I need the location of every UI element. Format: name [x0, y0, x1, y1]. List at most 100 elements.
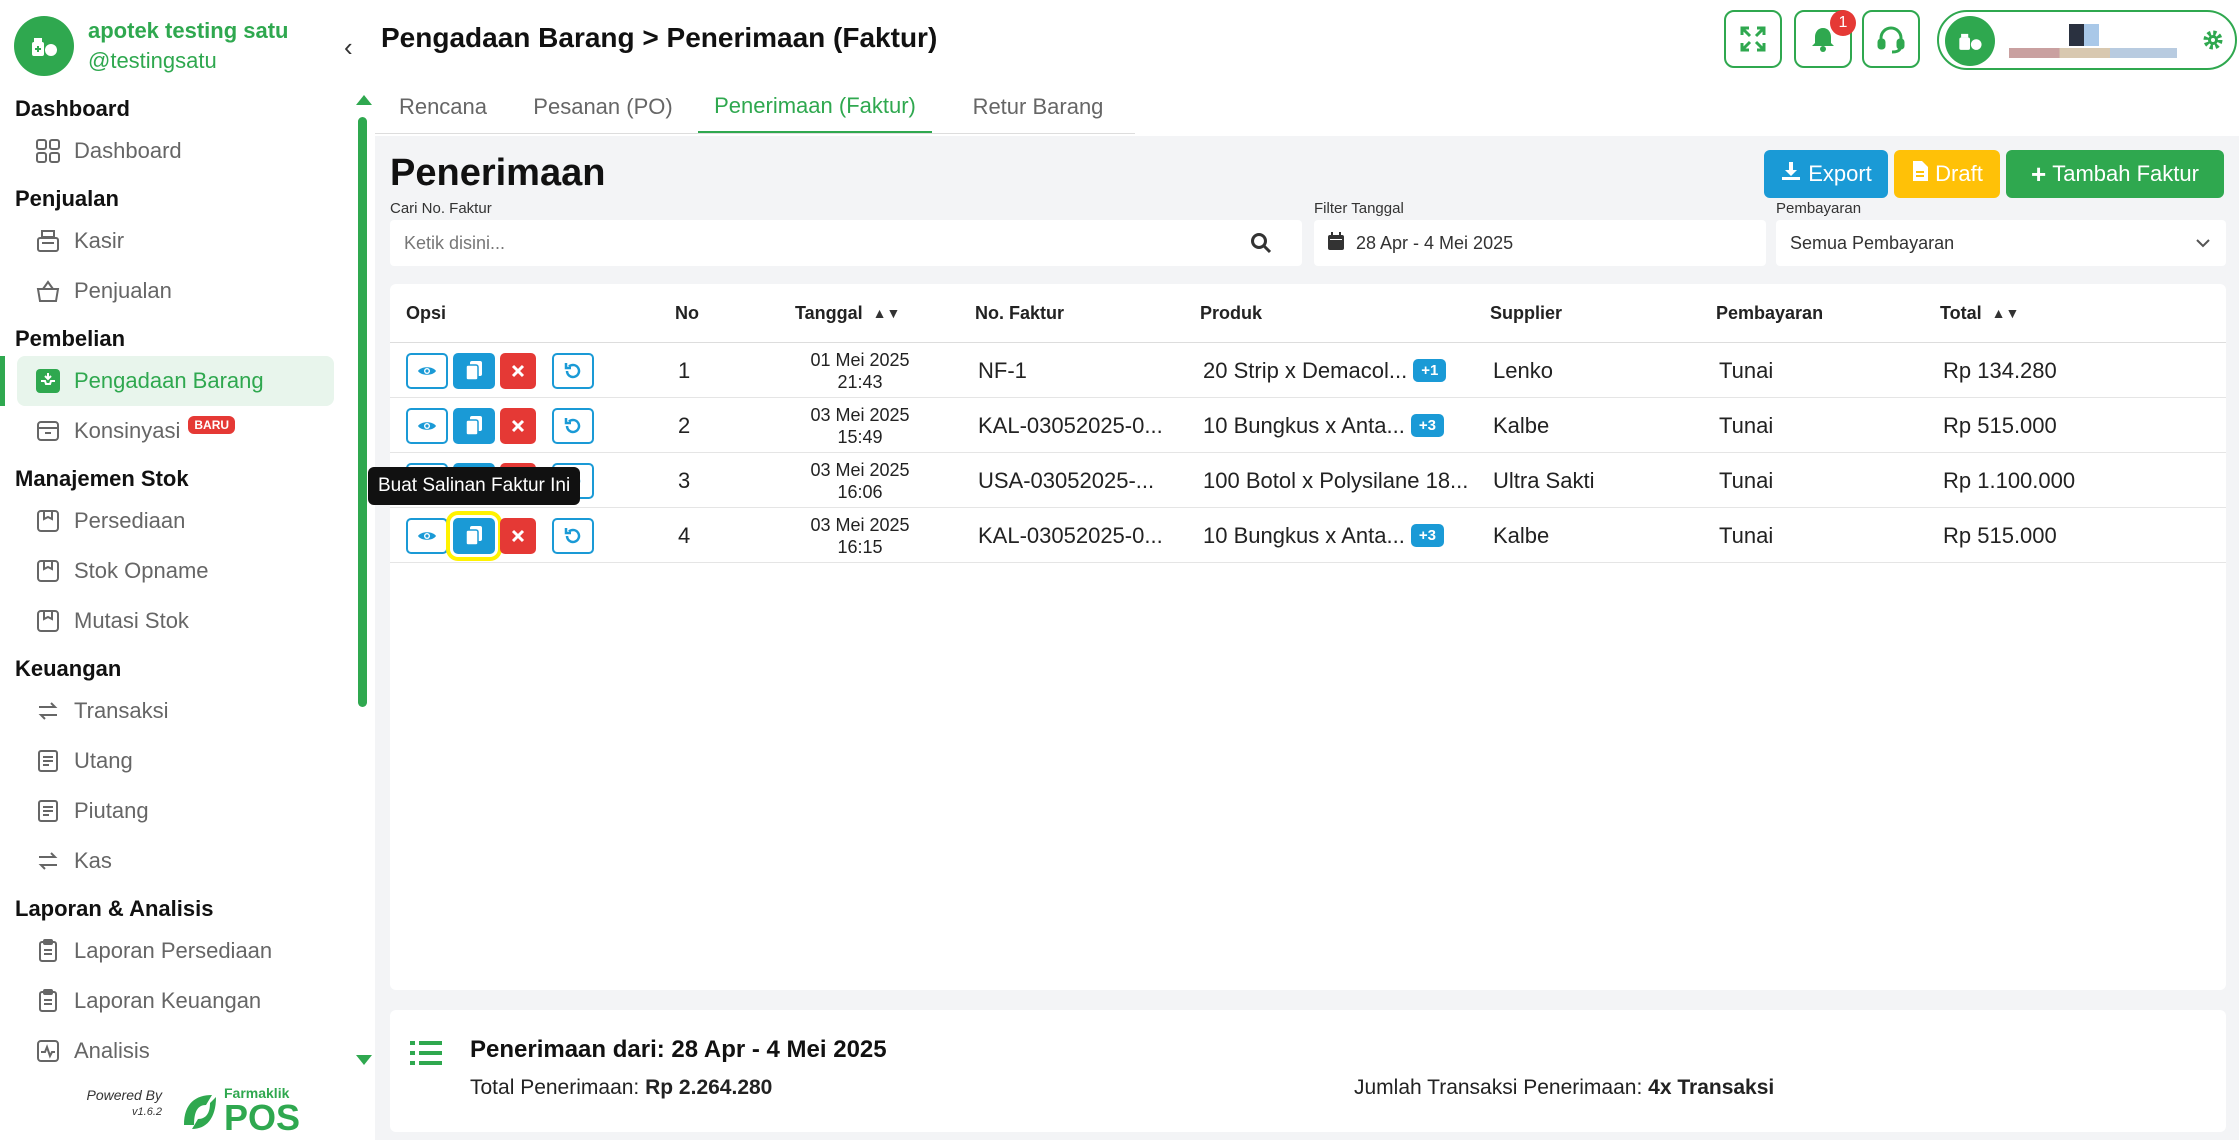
tab-rencana[interactable]: Rencana — [381, 80, 505, 134]
draft-button[interactable]: Draft — [1894, 150, 2000, 198]
row-produk-text: 100 Botol x Polysilane 18... — [1203, 467, 1469, 493]
sidebar-item-laporan-keuangan[interactable]: Laporan Keuangan — [0, 976, 334, 1026]
row-time-text: 16:06 — [837, 481, 883, 502]
sidebar-item-pengadaan-barang[interactable]: Pengadaan Barang — [0, 356, 334, 406]
row-payment: Tunai — [1719, 522, 1774, 548]
fullscreen-button[interactable] — [1724, 10, 1782, 68]
tab-penerimaan-faktur[interactable]: Penerimaan (Faktur) — [698, 80, 932, 134]
sidebar: apotek testing satu @testingsatu ‹ Dashb… — [0, 0, 375, 1140]
view-button[interactable] — [406, 408, 448, 444]
brand: apotek testing satu @testingsatu — [14, 16, 288, 76]
add-faktur-button[interactable]: + Tambah Faktur — [2006, 150, 2224, 198]
delete-button[interactable] — [500, 518, 536, 554]
download-icon — [1780, 160, 1802, 188]
revert-button[interactable] — [552, 353, 594, 389]
notification-button[interactable]: 1 — [1794, 10, 1856, 68]
sidebar-item-label: Laporan Persediaan — [74, 938, 273, 963]
col-total[interactable]: Total ▲▼ — [1940, 284, 2019, 342]
row-time-text: 21:43 — [837, 371, 883, 392]
chevron-down-icon — [2194, 234, 2212, 257]
row-no: 3 — [678, 467, 691, 493]
delete-button[interactable] — [500, 408, 536, 444]
sidebar-item-stok-opname[interactable]: Stok Opname — [0, 546, 334, 596]
row-produk: 20 Strip x Demacol... +1 — [1203, 343, 1493, 398]
row-faktur: USA-03052025-... — [978, 467, 1155, 493]
sidebar-item-analisis[interactable]: Analisis — [0, 1026, 334, 1066]
col-tanggal[interactable]: Tanggal ▲▼ — [795, 284, 900, 342]
support-button[interactable] — [1862, 10, 1920, 68]
row-date: 01 Mei 2025 21:43 — [790, 343, 930, 398]
inbox-icon — [34, 367, 62, 395]
date-filter-field[interactable]: 28 Apr - 4 Mei 2025 — [1314, 220, 1766, 266]
sidebar-item-piutang[interactable]: Piutang — [0, 786, 334, 836]
row-produk-text: 20 Strip x Demacol... — [1203, 357, 1408, 383]
expand-icon — [1740, 26, 1766, 52]
sidebar-item-label: Piutang — [74, 798, 149, 823]
delete-button[interactable] — [500, 353, 536, 389]
col-total-label: Total — [1940, 302, 1982, 323]
sidebar-item-penjualan[interactable]: Penjualan — [0, 266, 334, 316]
file-icon — [1911, 160, 1929, 188]
revert-button[interactable] — [552, 408, 594, 444]
powered-by: Powered By v1.6.2 — [76, 1088, 162, 1120]
profile-menu[interactable] — [1937, 10, 2237, 70]
search-icon[interactable] — [1250, 232, 1272, 259]
copy-faktur-button[interactable] — [453, 408, 495, 444]
pharmacy-username: @testingsatu — [88, 48, 217, 73]
page-title: Pengadaan Barang > Penerimaan (Faktur) — [381, 22, 938, 53]
sort-icon: ▲▼ — [1991, 305, 2020, 321]
sidebar-item-laporan-persediaan[interactable]: Laporan Persediaan — [0, 926, 334, 976]
scroll-down-arrow-icon[interactable] — [356, 1055, 372, 1065]
undo-icon — [564, 363, 581, 379]
sidebar-item-dashboard[interactable]: Dashboard — [0, 126, 334, 176]
notification-count-badge: 1 — [1830, 10, 1856, 36]
sidebar-item-konsinyasi[interactable]: Konsinyasi BARU — [0, 406, 334, 456]
payment-filter-select[interactable]: Semua Pembayaran — [1776, 220, 2226, 266]
copy-icon — [465, 416, 482, 436]
scroll-thumb[interactable] — [358, 117, 367, 707]
box-icon — [34, 557, 62, 585]
sidebar-item-label: Mutasi Stok — [74, 608, 189, 633]
scroll-up-arrow-icon[interactable] — [356, 95, 372, 105]
gear-icon[interactable] — [2201, 28, 2225, 57]
sidebar-item-label: Persediaan — [74, 508, 186, 533]
search-input[interactable] — [404, 232, 1302, 254]
receipt-icon — [34, 747, 62, 775]
more-products-badge[interactable]: +1 — [1413, 359, 1447, 382]
pos-text: POS — [224, 1097, 301, 1138]
sidebar-item-kasir[interactable]: Kasir — [0, 216, 334, 266]
sidebar-item-utang[interactable]: Utang — [0, 736, 334, 786]
revert-button[interactable] — [552, 518, 594, 554]
row-time-text: 15:49 — [837, 426, 883, 447]
tab-retur-barang[interactable]: Retur Barang — [945, 80, 1131, 134]
sidebar-item-label: Kasir — [74, 228, 125, 253]
payment-filter-value: Semua Pembayaran — [1790, 232, 1955, 253]
row-produk: 10 Bungkus x Anta... +3 — [1203, 398, 1493, 453]
copy-faktur-button[interactable] — [446, 511, 502, 561]
collapse-sidebar-button[interactable]: ‹ — [344, 32, 353, 63]
profile-image-redacted — [2069, 24, 2099, 46]
sidebar-item-label: Stok Opname — [74, 558, 209, 583]
summary-count-value: 4x Transaksi — [1648, 1076, 1775, 1099]
payment-filter-label: Pembayaran — [1776, 200, 1862, 217]
sidebar-item-persediaan[interactable]: Persediaan — [0, 496, 334, 546]
sidebar-item-label: Penjualan — [74, 278, 172, 303]
more-products-badge[interactable]: +3 — [1410, 414, 1444, 437]
transfer-icon — [34, 847, 62, 875]
sidebar-item-kas[interactable]: Kas — [0, 836, 334, 886]
export-button[interactable]: Export — [1764, 150, 1888, 198]
receipt-icon — [34, 797, 62, 825]
tab-pesanan-po[interactable]: Pesanan (PO) — [521, 80, 685, 134]
sidebar-item-transaksi[interactable]: Transaksi — [0, 686, 334, 736]
col-pembayaran: Pembayaran — [1716, 302, 1824, 323]
copy-faktur-button[interactable] — [453, 353, 495, 389]
close-icon — [511, 529, 525, 543]
row-no: 4 — [678, 522, 691, 548]
nav-section-keuangan: Keuangan — [15, 656, 122, 681]
sidebar-item-mutasi-stok[interactable]: Mutasi Stok — [0, 596, 334, 646]
view-button[interactable] — [406, 518, 448, 554]
more-products-badge[interactable]: +3 — [1410, 524, 1444, 547]
view-button[interactable] — [406, 353, 448, 389]
calendar-icon — [1328, 231, 1344, 255]
sidebar-scrollbar[interactable] — [356, 95, 372, 1070]
